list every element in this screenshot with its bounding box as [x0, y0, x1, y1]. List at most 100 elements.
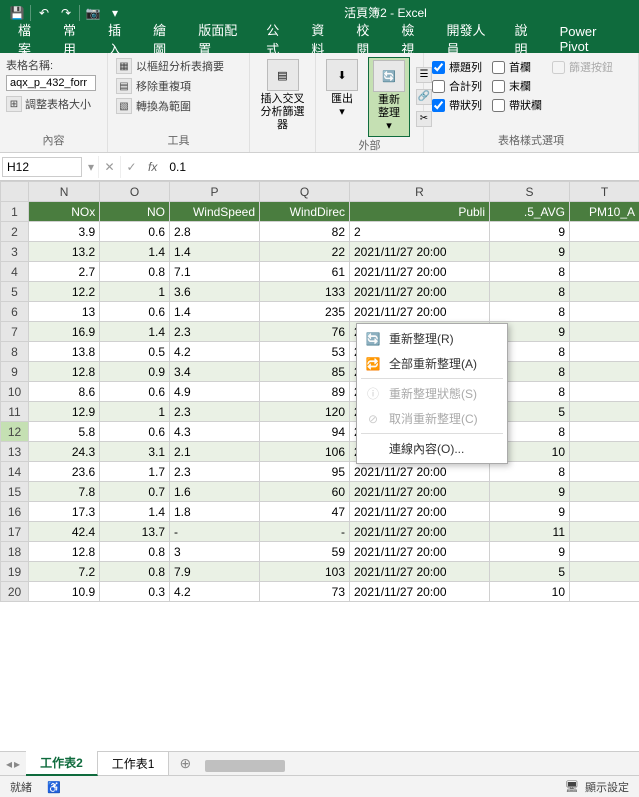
banded-row-check[interactable]: 帶狀列 — [432, 97, 482, 113]
cell[interactable]: 85 — [260, 362, 350, 382]
cell[interactable]: 8 — [490, 302, 570, 322]
cell[interactable]: 17.3 — [29, 502, 100, 522]
cell[interactable]: 3.1 — [100, 442, 170, 462]
spreadsheet-grid[interactable]: N O P Q R S T 1 NOx NO WindSpeed WindDir… — [0, 181, 639, 602]
cell[interactable]: 7.8 — [29, 482, 100, 502]
first-col-check[interactable]: 首欄 — [492, 59, 542, 75]
cell[interactable]: 10 — [490, 582, 570, 602]
cell[interactable]: 4.9 — [170, 382, 260, 402]
cell[interactable] — [570, 302, 639, 322]
col-Q[interactable]: Q — [260, 182, 350, 202]
cell[interactable] — [570, 462, 639, 482]
cell[interactable] — [570, 242, 639, 262]
row-hdr-4[interactable]: 4 — [1, 262, 29, 282]
cancel-formula-icon[interactable]: ✕ — [98, 156, 120, 178]
cell[interactable] — [570, 542, 639, 562]
cell[interactable]: 5 — [490, 562, 570, 582]
cell[interactable] — [570, 522, 639, 542]
cell[interactable]: 12.8 — [29, 542, 100, 562]
cell[interactable] — [570, 262, 639, 282]
cell[interactable] — [570, 282, 639, 302]
cell[interactable]: 2021/11/27 20:00 — [350, 242, 490, 262]
cell[interactable]: 73 — [260, 582, 350, 602]
row-hdr-15[interactable]: 15 — [1, 482, 29, 502]
fx-icon[interactable]: fx — [142, 160, 163, 174]
cell[interactable]: 13 — [29, 302, 100, 322]
cell[interactable]: 2 — [350, 222, 490, 242]
sheet-nav-prev-icon[interactable]: ◂ — [6, 757, 12, 771]
cell[interactable]: 42.4 — [29, 522, 100, 542]
cell[interactable]: 1.4 — [100, 502, 170, 522]
cell[interactable]: 12.8 — [29, 362, 100, 382]
cell[interactable]: 9 — [490, 242, 570, 262]
cell[interactable]: 120 — [260, 402, 350, 422]
row-hdr-17[interactable]: 17 — [1, 522, 29, 542]
row-hdr-7[interactable]: 7 — [1, 322, 29, 342]
select-all-corner[interactable] — [1, 182, 29, 202]
cell[interactable]: 9 — [490, 502, 570, 522]
cell[interactable]: 1.4 — [100, 242, 170, 262]
col-T[interactable]: T — [570, 182, 639, 202]
cell[interactable]: 0.5 — [100, 342, 170, 362]
add-sheet-button[interactable]: ⊕ — [169, 755, 201, 772]
insert-slicer-button[interactable]: ▤ 插入交叉分析篩選器 — [256, 57, 309, 148]
row-hdr-18[interactable]: 18 — [1, 542, 29, 562]
cell[interactable]: 7.9 — [170, 562, 260, 582]
cell[interactable]: 2021/11/27 20:00 — [350, 282, 490, 302]
cell[interactable]: 235 — [260, 302, 350, 322]
cell[interactable] — [570, 402, 639, 422]
formula-input[interactable] — [163, 158, 639, 176]
cell[interactable]: 9 — [490, 542, 570, 562]
cell[interactable]: 9 — [490, 482, 570, 502]
banded-col-check[interactable]: 帶狀欄 — [492, 97, 542, 113]
cell[interactable]: 24.3 — [29, 442, 100, 462]
display-settings-icon[interactable]: 🖥 — [565, 780, 579, 793]
name-box-dropdown-icon[interactable]: ▾ — [84, 160, 98, 174]
cell[interactable]: 61 — [260, 262, 350, 282]
row-hdr-9[interactable]: 9 — [1, 362, 29, 382]
cell[interactable]: 53 — [260, 342, 350, 362]
accessibility-icon[interactable]: ♿ — [47, 782, 61, 794]
cell[interactable]: 0.8 — [100, 562, 170, 582]
cell[interactable]: 1.7 — [100, 462, 170, 482]
cell[interactable]: 22 — [260, 242, 350, 262]
cell[interactable]: 89 — [260, 382, 350, 402]
filter-btn-check[interactable]: 篩選按鈕 — [552, 59, 613, 75]
cell[interactable]: 3 — [170, 542, 260, 562]
resize-table-button[interactable]: ⊞ 調整表格大小 — [6, 96, 96, 112]
total-row-check[interactable]: 合計列 — [432, 78, 482, 94]
cell[interactable]: 5.8 — [29, 422, 100, 442]
pivot-summary-button[interactable]: ▦以樞紐分析表摘要 — [114, 57, 226, 75]
cell[interactable]: 8 — [490, 282, 570, 302]
cell[interactable]: 0.8 — [100, 262, 170, 282]
cell[interactable]: 13.8 — [29, 342, 100, 362]
accept-formula-icon[interactable]: ✓ — [120, 156, 142, 178]
cell[interactable]: 0.6 — [100, 422, 170, 442]
cell[interactable]: 1.4 — [170, 302, 260, 322]
cell[interactable]: 2021/11/27 20:00 — [350, 502, 490, 522]
cell[interactable] — [570, 342, 639, 362]
cell[interactable]: 47 — [260, 502, 350, 522]
h-scrollbar-thumb[interactable] — [205, 760, 285, 772]
cell[interactable]: - — [170, 522, 260, 542]
cell[interactable]: 12.9 — [29, 402, 100, 422]
cell[interactable]: 2021/11/27 20:00 — [350, 262, 490, 282]
cell[interactable]: 133 — [260, 282, 350, 302]
col-R[interactable]: R — [350, 182, 490, 202]
row-hdr-5[interactable]: 5 — [1, 282, 29, 302]
cell[interactable]: 2.3 — [170, 322, 260, 342]
cell[interactable]: 4.2 — [170, 582, 260, 602]
cell[interactable]: 60 — [260, 482, 350, 502]
cell[interactable] — [570, 502, 639, 522]
cell[interactable]: 8.6 — [29, 382, 100, 402]
cell[interactable]: 94 — [260, 422, 350, 442]
cell[interactable]: 3.4 — [170, 362, 260, 382]
sheet-tab-2[interactable]: 工作表1 — [98, 752, 170, 775]
cell[interactable] — [570, 422, 639, 442]
cell[interactable]: 9 — [490, 222, 570, 242]
refresh-button[interactable]: 🔄 重新整理▾ — [368, 57, 410, 137]
menu-refresh-all[interactable]: 🔁全部重新整理(A) — [357, 351, 507, 376]
table-name-input[interactable] — [6, 75, 96, 91]
cell[interactable] — [570, 482, 639, 502]
cell[interactable]: 1.4 — [170, 242, 260, 262]
